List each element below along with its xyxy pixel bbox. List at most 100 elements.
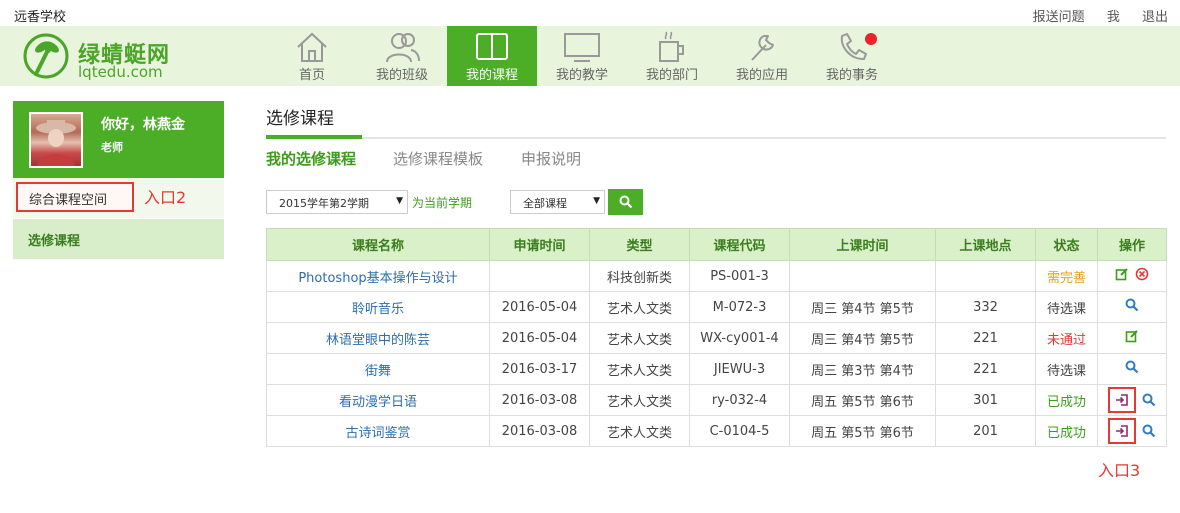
time-cell: 周五 第5节 第6节 — [789, 384, 936, 416]
enter-icon[interactable] — [1108, 387, 1136, 413]
nav-home[interactable]: 首页 — [267, 26, 357, 86]
enter-icon[interactable] — [1108, 418, 1136, 444]
set-current-term-link[interactable]: 为当前学期 — [412, 194, 472, 211]
dragonfly-logo-icon — [23, 33, 69, 79]
course-name-link[interactable]: 聆听音乐 — [266, 291, 490, 323]
book-icon — [476, 33, 508, 60]
avatar-image — [31, 114, 81, 166]
nav-my-department-label: 我的部门 — [645, 68, 698, 83]
date-cell: 2016-05-04 — [489, 322, 590, 354]
user-role: 老师 — [101, 141, 123, 154]
home-icon — [297, 32, 327, 62]
people-icon — [386, 33, 420, 63]
term-select[interactable]: 2015学年第2学期 — [266, 190, 408, 214]
tab-bar: 我的选修课程 选修课程模板 申报说明 — [266, 139, 1166, 187]
wrench-icon — [751, 35, 774, 61]
type-cell: 艺术人文类 — [589, 415, 690, 447]
logo[interactable]: 绿蜻蜓网 lqtedu.com — [22, 29, 202, 83]
phone-icon — [840, 33, 867, 61]
table-header-row: 课程名称 申请时间 类型 课程代码 上课时间 上课地点 状态 操作 — [266, 228, 1167, 261]
code-cell: ry-032-4 — [689, 384, 790, 416]
nav-my-affairs-label: 我的事务 — [825, 68, 878, 83]
status-cell: 未通过 — [1035, 322, 1098, 354]
edit-icon[interactable] — [1125, 329, 1139, 343]
edit-icon[interactable] — [1115, 267, 1129, 281]
course-name-link[interactable]: 街舞 — [266, 353, 490, 385]
nav-my-apps[interactable]: 我的应用 — [717, 26, 807, 86]
search-icon[interactable] — [1142, 393, 1156, 407]
table-row: 街舞 2016-03-17 艺术人文类 JIEWU-3 周三 第3节 第4节 221 待选课 — [266, 353, 1167, 385]
sidebar-item-elective-label: 选修课程 — [28, 234, 81, 249]
ops-cell — [1097, 322, 1167, 354]
table-row: 聆听音乐 2016-05-04 艺术人文类 M-072-3 周三 第4节 第5节 332 待… — [266, 291, 1167, 323]
search-button[interactable] — [608, 189, 643, 215]
type-cell: 艺术人文类 — [589, 291, 690, 323]
time-cell: 周五 第5节 第6节 — [789, 415, 936, 447]
nav-my-class-label: 我的班级 — [375, 68, 428, 83]
notification-badge — [865, 33, 877, 45]
sidebar-item-elective[interactable]: 选修课程 — [13, 219, 224, 259]
search-icon[interactable] — [1125, 298, 1139, 312]
delete-icon[interactable] — [1135, 267, 1149, 281]
date-cell: 2016-03-17 — [489, 353, 590, 385]
place-cell: 332 — [935, 291, 1036, 323]
top-bar: 远香学校 报送问题 我 退出 — [0, 0, 1180, 26]
type-cell: 艺术人文类 — [589, 322, 690, 354]
profile-card: 你好，林燕金 老师 — [13, 101, 224, 178]
sidebar-item-course-space: 综合课程空间 入口2 — [13, 178, 224, 218]
ops-cell — [1097, 353, 1167, 385]
col-header: 上课时间 — [789, 228, 936, 261]
status-cell: 已成功 — [1035, 415, 1098, 447]
status-cell: 已成功 — [1035, 384, 1098, 416]
date-cell: 2016-03-08 — [489, 415, 590, 447]
col-header: 操作 — [1097, 228, 1167, 261]
ops-cell — [1097, 291, 1167, 323]
logout-link[interactable]: 退出 — [1142, 10, 1168, 25]
ops-cell — [1097, 384, 1167, 416]
type-cell: 艺术人文类 — [589, 353, 690, 385]
place-cell: 301 — [935, 384, 1036, 416]
status-cell: 待选课 — [1035, 291, 1098, 323]
logo-text-en: lqtedu.com — [78, 63, 163, 81]
me-link[interactable]: 我 — [1107, 10, 1120, 25]
date-cell: 2016-05-04 — [489, 291, 590, 323]
course-name-link[interactable]: Photoshop基本操作与设计 — [266, 260, 490, 292]
search-icon[interactable] — [1142, 424, 1156, 438]
type-cell: 艺术人文类 — [589, 384, 690, 416]
avatar[interactable] — [29, 112, 83, 168]
col-header: 上课地点 — [935, 228, 1036, 261]
course-filter-select[interactable]: 全部课程 — [510, 190, 605, 214]
place-cell: 221 — [935, 322, 1036, 354]
page-title-text: 选修课程 — [266, 109, 334, 129]
nav-my-class[interactable]: 我的班级 — [357, 26, 447, 86]
report-issue-link[interactable]: 报送问题 — [1033, 10, 1085, 25]
annotation-entry-2: 入口2 — [144, 188, 187, 207]
ops-cell — [1097, 415, 1167, 447]
search-icon[interactable] — [1125, 360, 1139, 374]
nav-my-teaching[interactable]: 我的教学 — [537, 26, 627, 86]
time-cell — [789, 260, 936, 292]
course-name-link[interactable]: 看动漫学日语 — [266, 384, 490, 416]
nav-my-apps-label: 我的应用 — [735, 68, 788, 83]
main-nav: 首页 我的班级 我的课程 我的教学 我的部门 我的应用 我的事务 — [267, 26, 897, 86]
place-cell: 201 — [935, 415, 1036, 447]
col-header: 课程代码 — [689, 228, 790, 261]
course-name-link[interactable]: 林语堂眼中的陈芸 — [266, 322, 490, 354]
table-row: Photoshop基本操作与设计 科技创新类 PS-001-3 需完善 — [266, 260, 1167, 292]
school-name: 远香学校 — [14, 10, 67, 25]
table-row: 林语堂眼中的陈芸 2016-05-04 艺术人文类 WX-cy001-4 周三 第4节 … — [266, 322, 1167, 354]
monitor-icon — [564, 33, 600, 62]
tab-declaration-notes[interactable]: 申报说明 — [521, 148, 581, 169]
sidebar: 你好，林燕金 老师 综合课程空间 入口2 选修课程 — [13, 101, 224, 259]
sidebar-item-course-space-link[interactable]: 综合课程空间 — [16, 182, 134, 212]
nav-bar: 绿蜻蜓网 lqtedu.com 首页 我的班级 我的课程 我的教学 我的部门 我… — [0, 26, 1180, 86]
tab-elective-templates[interactable]: 选修课程模板 — [393, 148, 483, 169]
course-name-link[interactable]: 古诗词鉴赏 — [266, 415, 490, 447]
nav-my-affairs[interactable]: 我的事务 — [807, 26, 897, 86]
col-header: 课程名称 — [266, 228, 490, 261]
tab-my-electives[interactable]: 我的选修课程 — [266, 148, 356, 169]
nav-my-department[interactable]: 我的部门 — [627, 26, 717, 86]
filter-bar: 2015学年第2学期 为当前学期 全部课程 — [266, 187, 1166, 228]
status-cell: 待选课 — [1035, 353, 1098, 385]
nav-my-courses[interactable]: 我的课程 — [447, 26, 537, 86]
